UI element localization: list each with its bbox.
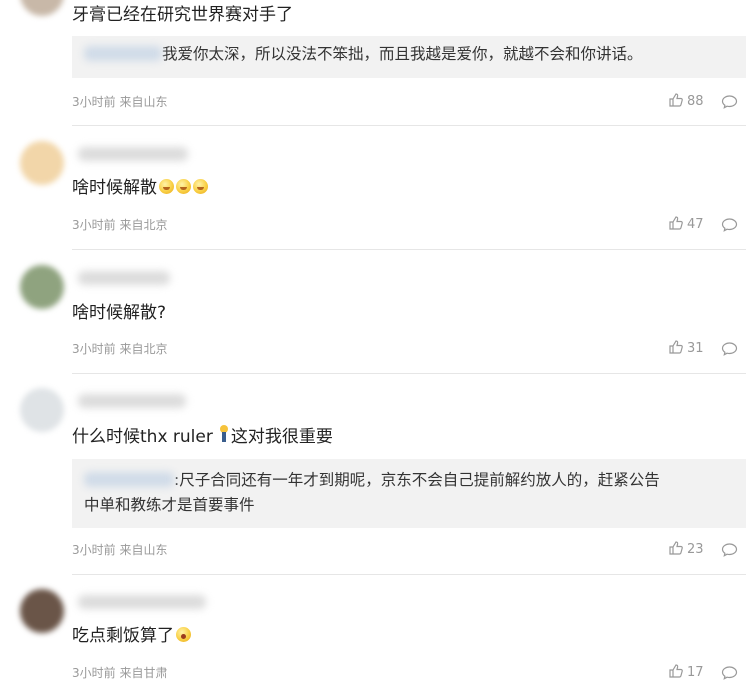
avatar[interactable] <box>20 589 64 633</box>
comment-meta: 3小时前 来自北京 <box>72 218 168 232</box>
wow-emoji-icon <box>176 627 191 642</box>
divider <box>72 125 746 126</box>
speech-bubble-icon <box>721 540 738 559</box>
comment-text: 吃点剩饭算了 <box>72 624 191 648</box>
reply-text-line2: 中单和教练才是首要事件 <box>84 496 255 514</box>
divider <box>72 574 746 575</box>
comment-text-continued: 这对我很重要 <box>230 427 333 447</box>
smile-emoji-icon <box>159 179 174 194</box>
comment-button[interactable] <box>721 92 738 111</box>
reply-text: 我爱你太深，所以没法不笨拙，而且我越是爱你，就越不会和你讲话。 <box>162 45 643 63</box>
like-count: 23 <box>687 542 704 557</box>
comment-meta: 3小时前 来自北京 <box>72 342 168 356</box>
like-count: 47 <box>687 217 704 232</box>
comment-text: 牙膏已经在研究世界赛对手了 <box>72 5 293 25</box>
username[interactable] <box>78 271 170 285</box>
comment-text: 啥时候解散? <box>72 303 167 323</box>
comment-meta: 3小时前 来自山东 <box>72 95 168 109</box>
thumbs-up-icon <box>668 216 684 232</box>
comment-meta: 3小时前 来自山东 <box>72 543 168 557</box>
username[interactable] <box>78 147 188 161</box>
comment-button[interactable] <box>721 663 738 682</box>
thumbs-up-icon <box>668 93 684 109</box>
like-count: 31 <box>687 341 704 356</box>
thumbs-up-icon <box>668 541 684 557</box>
like-button[interactable]: 17 <box>668 663 704 680</box>
like-count: 88 <box>687 94 704 109</box>
divider <box>72 249 746 250</box>
divider <box>72 373 746 374</box>
reply-username[interactable] <box>84 46 162 61</box>
comment-button[interactable] <box>721 540 738 559</box>
comment-text-content: 什么时候thx ruler <box>72 427 213 447</box>
avatar[interactable] <box>20 388 64 432</box>
smile-emoji-icon <box>176 179 191 194</box>
avatar[interactable] <box>20 0 64 16</box>
like-count: 17 <box>687 665 704 680</box>
like-button[interactable]: 88 <box>668 92 704 109</box>
speech-bubble-icon <box>721 663 738 682</box>
thumbs-up-icon <box>668 340 684 356</box>
comment-text: 啥时候解散 <box>72 176 208 200</box>
speech-bubble-icon <box>721 339 738 358</box>
reply-username[interactable] <box>84 472 174 487</box>
like-button[interactable]: 31 <box>668 339 704 356</box>
username[interactable] <box>78 595 206 609</box>
smile-emoji-icon <box>193 179 208 194</box>
reply-text: :尺子合同还有一年才到期呢，京东不会自己提前解约放人的，赶紧公告 <box>174 471 660 489</box>
like-button[interactable]: 47 <box>668 215 704 232</box>
avatar[interactable] <box>20 141 64 185</box>
comment-text: 什么时候thx ruler 这对我很重要 <box>72 425 333 449</box>
avatar[interactable] <box>20 265 64 309</box>
thumbs-up-icon <box>668 664 684 680</box>
comment-button[interactable] <box>721 339 738 358</box>
comment-meta: 3小时前 来自甘肃 <box>72 666 168 680</box>
comment-text-content: 吃点剩饭算了 <box>72 626 174 646</box>
reply-box[interactable]: :尺子合同还有一年才到期呢，京东不会自己提前解约放人的，赶紧公告 中单和教练才是… <box>72 459 746 528</box>
torch-emoji-icon <box>215 425 231 443</box>
comment-text-content: 啥时候解散 <box>72 178 157 198</box>
speech-bubble-icon <box>721 215 738 234</box>
username[interactable] <box>78 394 186 408</box>
reply-box[interactable]: 我爱你太深，所以没法不笨拙，而且我越是爱你，就越不会和你讲话。 <box>72 36 746 78</box>
comment-button[interactable] <box>721 215 738 234</box>
speech-bubble-icon <box>721 92 738 111</box>
like-button[interactable]: 23 <box>668 540 704 557</box>
